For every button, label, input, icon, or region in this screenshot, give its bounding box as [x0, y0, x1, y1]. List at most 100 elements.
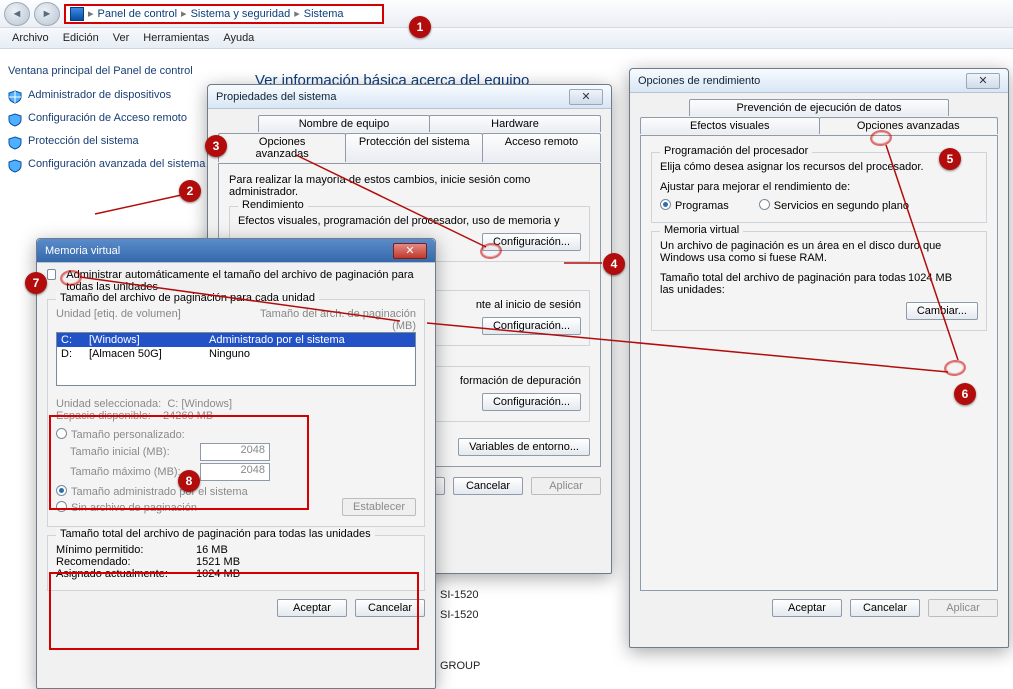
- startup-settings-button[interactable]: Configuración...: [482, 393, 581, 411]
- tabs-row-1: Nombre de equipo Hardware: [218, 115, 601, 132]
- tab-advanced-options[interactable]: Opciones avanzadas: [218, 133, 346, 162]
- initial-size-label: Tamaño inicial (MB):: [70, 446, 200, 458]
- radio-no-paging-file[interactable]: Sin archivo de paginación: [56, 501, 342, 514]
- set-button[interactable]: Establecer: [342, 498, 416, 516]
- tab-computer-name[interactable]: Nombre de equipo: [258, 115, 430, 132]
- group-legend: Rendimiento: [238, 199, 308, 211]
- group-virtual-memory: Memoria virtual Un archivo de paginación…: [651, 231, 987, 331]
- cancel-button[interactable]: Cancelar: [453, 477, 523, 495]
- max-size-input[interactable]: 2048: [200, 463, 270, 481]
- breadcrumb-item[interactable]: Sistema: [304, 8, 344, 20]
- sidebar-item-label: Configuración de Acceso remoto: [28, 112, 187, 124]
- tab-dep[interactable]: Prevención de ejecución de datos: [689, 99, 949, 116]
- radio-label: Programas: [675, 200, 729, 212]
- tab-advanced[interactable]: Opciones avanzadas: [819, 117, 999, 134]
- radio-label: Tamaño personalizado:: [71, 429, 185, 441]
- annotation-badge-3: 3: [205, 135, 227, 157]
- radio-custom-size[interactable]: Tamaño personalizado:: [56, 428, 416, 441]
- dialog-title: Memoria virtual: [45, 245, 120, 257]
- cur-label: Asignado actualmente:: [56, 568, 196, 580]
- ok-button[interactable]: Aceptar: [277, 599, 347, 617]
- profiles-settings-button[interactable]: Configuración...: [482, 317, 581, 335]
- apply-button[interactable]: Aplicar: [531, 477, 601, 495]
- min-value: 16 MB: [196, 544, 228, 556]
- sidebar-item-label: Protección del sistema: [28, 135, 139, 147]
- sidebar: Ventana principal del Panel de control A…: [0, 55, 215, 191]
- sidebar-item-label: Administrador de dispositivos: [28, 89, 171, 101]
- cell: Administrado por el sistema: [209, 334, 411, 346]
- dialog-titlebar[interactable]: Opciones de rendimiento ✕: [630, 69, 1008, 93]
- sched-desc: Elija cómo desea asignar los recursos de…: [660, 161, 978, 173]
- tab-system-protection[interactable]: Protección del sistema: [345, 133, 483, 162]
- radio-system-managed[interactable]: Tamaño administrado por el sistema: [56, 485, 416, 498]
- sidebar-item-label: Configuración avanzada del sistema: [28, 158, 205, 170]
- close-icon[interactable]: ✕: [393, 243, 427, 259]
- rear-text: SI-1520: [440, 589, 479, 601]
- cancel-button[interactable]: Cancelar: [355, 599, 425, 617]
- dialog-titlebar[interactable]: Propiedades del sistema ✕: [208, 85, 611, 109]
- shield-icon: [8, 159, 22, 173]
- selected-drive-label: Unidad seleccionada:: [56, 398, 161, 410]
- dialog-titlebar[interactable]: Memoria virtual ✕: [37, 239, 435, 263]
- drive-row-c[interactable]: C: [Windows] Administrado por el sistema: [57, 333, 415, 347]
- menubar: Archivo Edición Ver Herramientas Ayuda: [0, 28, 1013, 49]
- radio-label: Servicios en segundo plano: [774, 200, 909, 212]
- sidebar-home-link[interactable]: Ventana principal del Panel de control: [8, 65, 207, 79]
- sidebar-item-system-protection[interactable]: Protección del sistema: [8, 135, 207, 150]
- selected-drive-value: C: [Windows]: [167, 398, 232, 410]
- tabs-row: Prevención de ejecución de datos: [640, 99, 998, 116]
- chevron-right-icon: ▸: [294, 7, 300, 20]
- cancel-button[interactable]: Cancelar: [850, 599, 920, 617]
- breadcrumb-item[interactable]: Sistema y seguridad: [191, 8, 291, 20]
- sidebar-item-remote-access[interactable]: Configuración de Acceso remoto: [8, 112, 207, 127]
- vm-desc: Un archivo de paginación es un área en e…: [660, 240, 978, 264]
- initial-size-input[interactable]: 2048: [200, 443, 270, 461]
- menu-tools[interactable]: Herramientas: [143, 32, 209, 44]
- shield-icon: [8, 136, 22, 150]
- change-button[interactable]: Cambiar...: [906, 302, 978, 320]
- tabs-row-2: Efectos visuales Opciones avanzadas: [640, 117, 998, 134]
- col-header-size: Tamaño del arch. de paginación (MB): [252, 308, 416, 332]
- col-header-drive: Unidad [etiq. de volumen]: [56, 308, 252, 332]
- radio-label: Sin archivo de paginación: [71, 502, 197, 514]
- group-per-drive: Tamaño del archivo de paginación para ca…: [47, 299, 425, 527]
- close-icon[interactable]: ✕: [966, 73, 1000, 89]
- drive-list[interactable]: C: [Windows] Administrado por el sistema…: [56, 332, 416, 386]
- radio-programs[interactable]: Programas: [660, 199, 729, 212]
- sidebar-item-device-manager[interactable]: Administrador de dispositivos: [8, 89, 207, 104]
- tab-remote-access[interactable]: Acceso remoto: [482, 133, 601, 162]
- menu-edit[interactable]: Edición: [63, 32, 99, 44]
- cell: C:: [61, 334, 89, 346]
- menu-view[interactable]: Ver: [113, 32, 130, 44]
- annotation-badge-5: 5: [939, 148, 961, 170]
- menu-help[interactable]: Ayuda: [223, 32, 254, 44]
- window-nav-bar: ◄ ► ▸ Panel de control ▸ Sistema y segur…: [0, 0, 1013, 28]
- tab-hardware[interactable]: Hardware: [429, 115, 601, 132]
- sched-adjust-label: Ajustar para mejorar el rendimiento de:: [660, 181, 978, 193]
- breadcrumb-item[interactable]: Panel de control: [98, 8, 178, 20]
- sidebar-item-advanced-settings[interactable]: Configuración avanzada del sistema: [8, 158, 207, 173]
- drive-row-d[interactable]: D: [Almacen 50G] Ninguno: [57, 347, 415, 361]
- dialog-title: Opciones de rendimiento: [638, 75, 760, 87]
- dialog-virtual-memory: Memoria virtual ✕ Administrar automática…: [36, 238, 436, 689]
- annotation-badge-2: 2: [179, 180, 201, 202]
- forward-button[interactable]: ►: [34, 2, 60, 26]
- chevron-right-icon: ▸: [88, 7, 94, 20]
- apply-button[interactable]: Aplicar: [928, 599, 998, 617]
- radio-background-services[interactable]: Servicios en segundo plano: [759, 199, 909, 212]
- advanced-intro: Para realizar la mayoría de estos cambio…: [229, 174, 590, 198]
- menu-file[interactable]: Archivo: [12, 32, 49, 44]
- ok-button[interactable]: Aceptar: [772, 599, 842, 617]
- chevron-right-icon: ▸: [181, 7, 187, 20]
- auto-manage-checkbox[interactable]: Administrar automáticamente el tamaño de…: [47, 269, 425, 293]
- dialog-title: Propiedades del sistema: [216, 91, 336, 103]
- free-space-value: 24260 MB: [163, 410, 213, 422]
- breadcrumb[interactable]: ▸ Panel de control ▸ Sistema y seguridad…: [64, 4, 384, 24]
- back-button[interactable]: ◄: [4, 2, 30, 26]
- close-icon[interactable]: ✕: [569, 89, 603, 105]
- tab-visual-effects[interactable]: Efectos visuales: [640, 117, 820, 134]
- rear-text: SI-1520: [440, 609, 479, 621]
- shield-icon: [8, 113, 22, 127]
- annotation-badge-8: 8: [178, 470, 200, 492]
- env-vars-button[interactable]: Variables de entorno...: [458, 438, 590, 456]
